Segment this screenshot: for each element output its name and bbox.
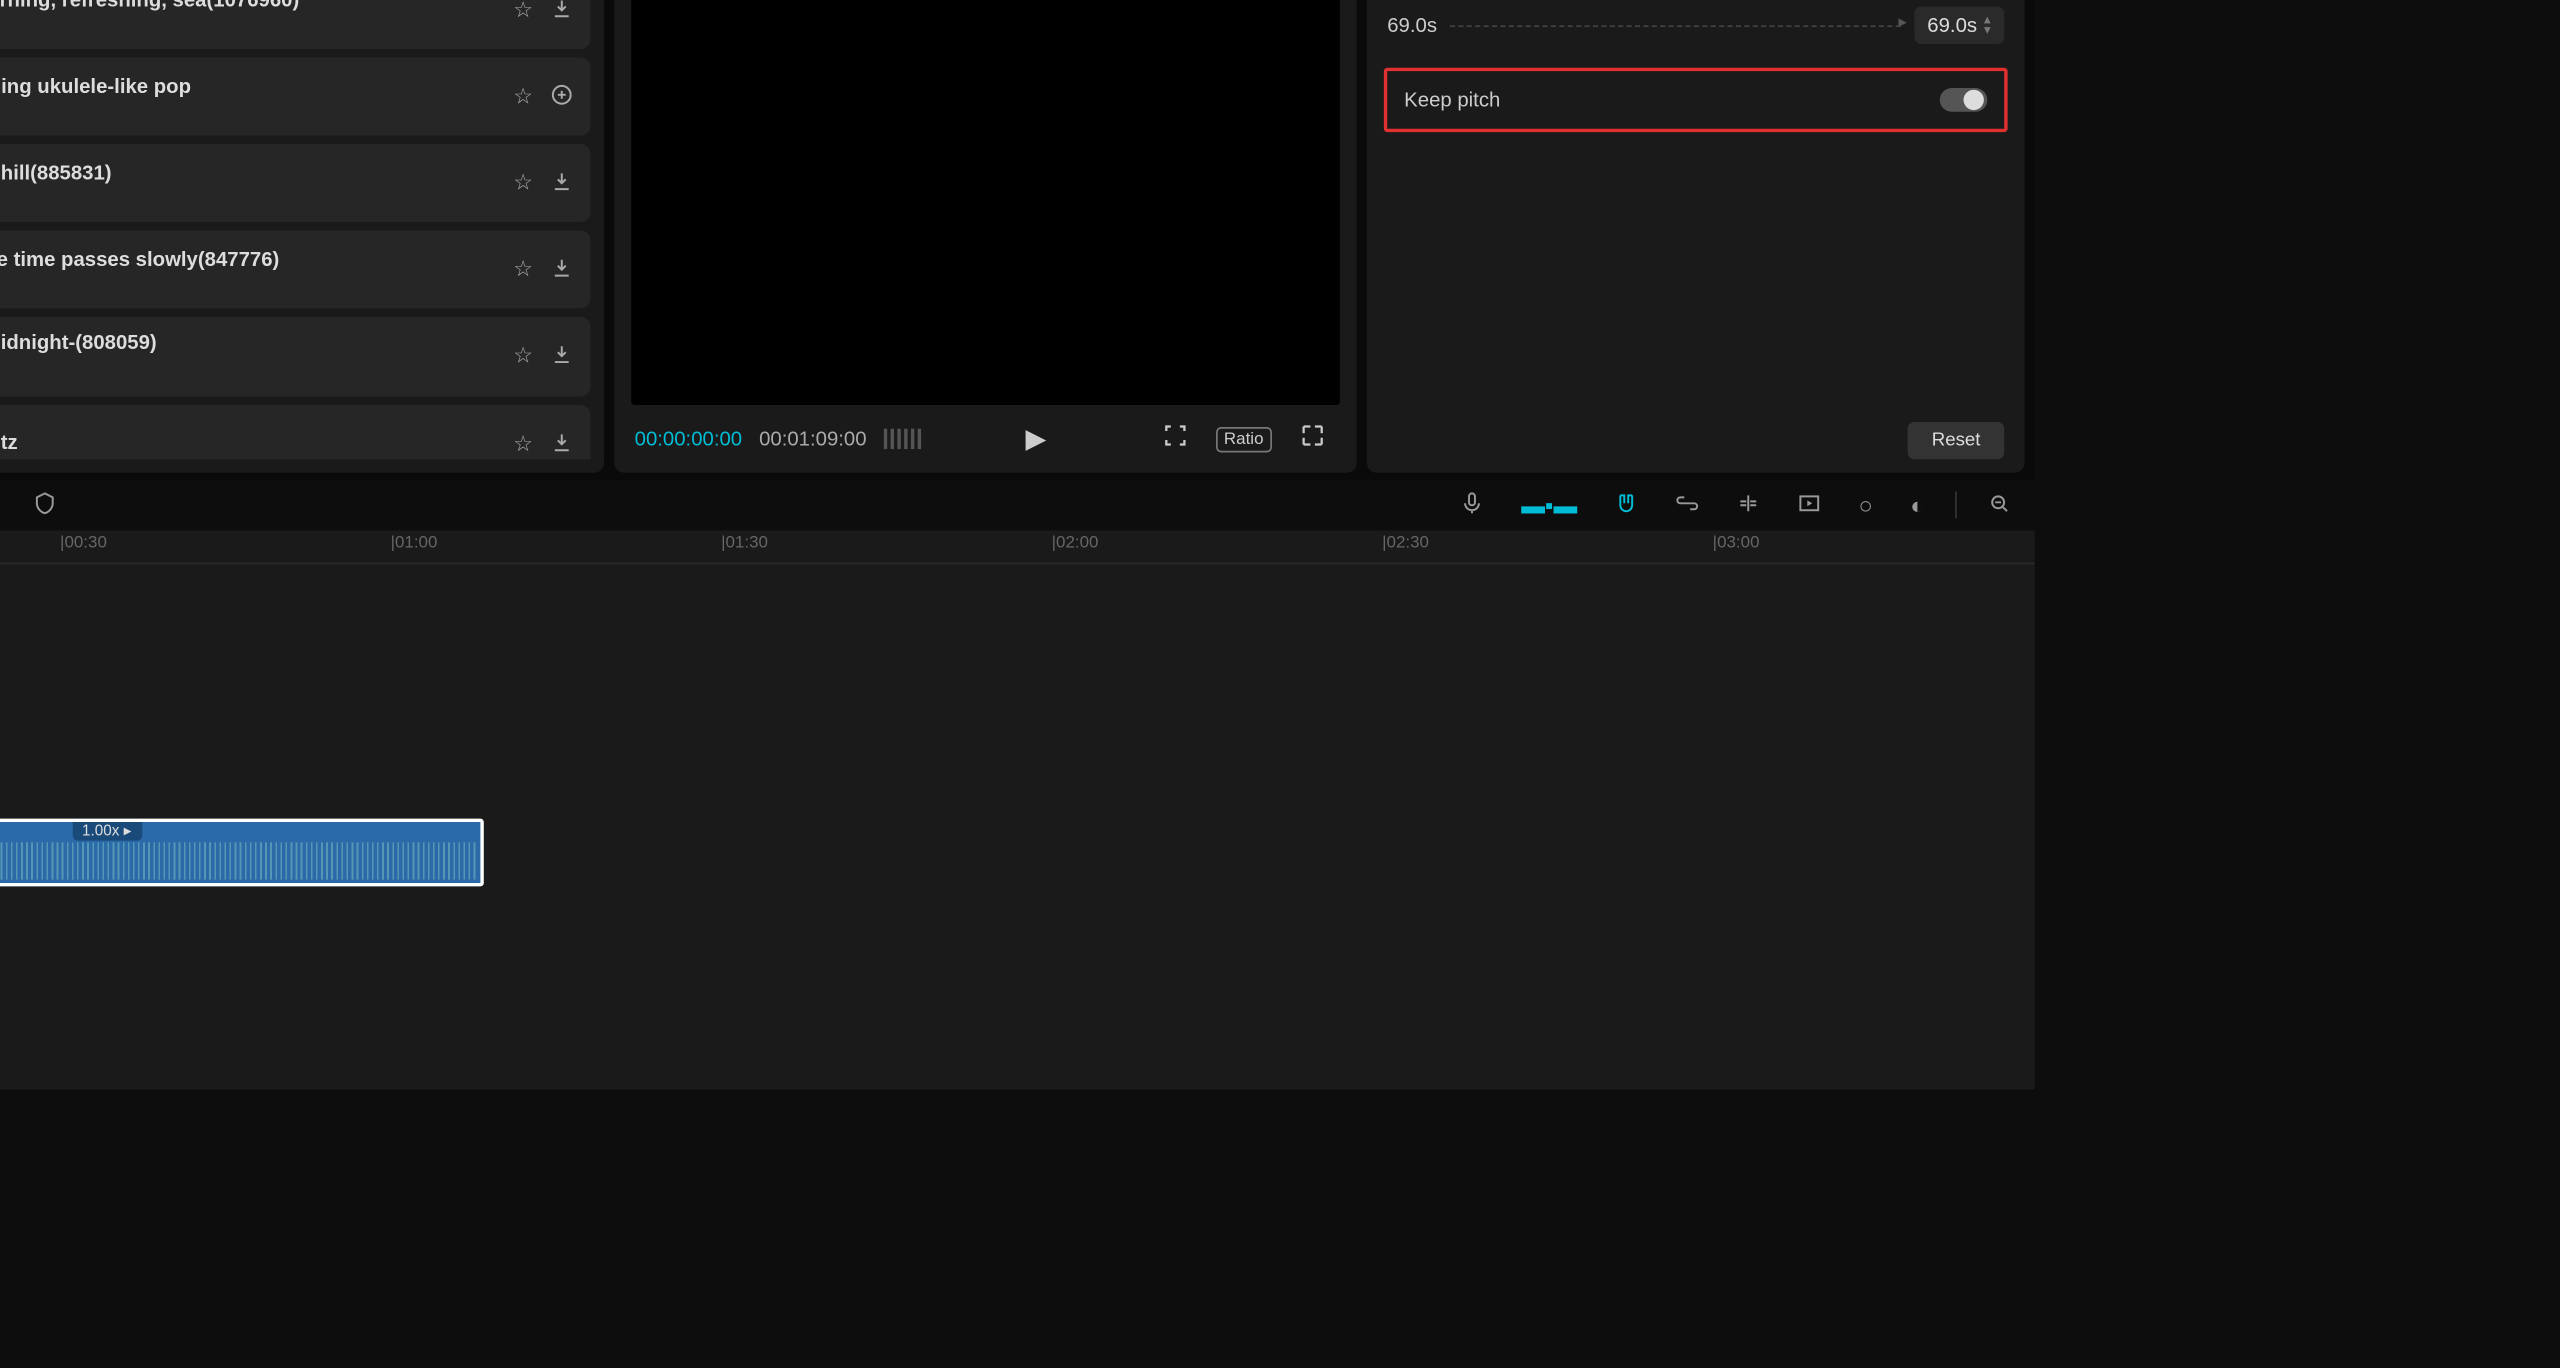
waveform [0,842,477,879]
ruler-tick: |00:30 [60,534,107,553]
fullscreen-icon[interactable] [1289,421,1336,457]
song-row[interactable]: Ghibli-style nostalgic waltz ☆ [0,405,591,459]
song-title: Animal Crossing BGM -Midnight-(808059) [0,330,496,354]
song-title: Cafe / video cute lofi ♩ Chill(885831) [0,160,496,184]
marker-tool[interactable] [0,491,3,520]
duration-to[interactable]: 69.0s▴▾ [1914,7,2004,44]
song-meta: きっずさうんど · 03:08 [0,358,496,383]
ruler-tick: |03:00 [1713,534,1760,553]
timeline-toolbar: ➤▾ ↶ ↷ ▬▪▬ ○ ◐ [0,480,2035,531]
duration-line [1451,24,1901,26]
play-button[interactable]: ▶ [1015,422,1056,456]
zoom-out-icon[interactable]: ○ [1852,491,1880,518]
link-icon[interactable] [1669,491,1706,520]
reset-button[interactable]: Reset [1908,422,2004,459]
song-title: Ghibli-style nostalgic waltz [0,430,496,454]
song-title: A cute song with a sparkling ukulele-lik… [0,74,496,98]
favorite-icon[interactable]: ☆ [513,430,533,459]
media-panel: Import Audio TIText Stickers Effects Tra… [0,0,604,473]
duration-from: 69.0s [1387,13,1437,37]
timeline-ruler[interactable]: 00:00|00:30|01:00|01:30|02:00|02:30|03:0… [0,530,2035,564]
shield-tool[interactable] [27,491,64,520]
favorite-icon[interactable]: ☆ [513,169,533,198]
player-panel: Player ≡ 00:00:00:00 00:01:09:00 ▶ Ratio [614,0,1356,473]
ruler-tick: |02:00 [1052,534,1099,553]
favorite-icon[interactable]: ☆ [513,342,533,371]
song-meta: Yuapro!! · 01:10 [0,101,496,120]
download-icon[interactable] [550,342,574,371]
keep-pitch-label: Keep pitch [1404,88,1500,112]
song-row[interactable]: A fashionable song where time passes slo… [0,230,591,308]
align-icon[interactable] [1730,491,1767,520]
download-icon[interactable] [550,169,574,198]
song-title: Organic, fashionable, morning, refreshin… [0,0,496,11]
song-meta: ImoKenpi-Dou · 03:31 [0,187,496,206]
ruler-tick: |01:30 [721,534,768,553]
song-row[interactable]: Organic, fashionable, morning, refreshin… [0,0,591,49]
download-icon[interactable] [550,255,574,284]
ratio-button[interactable]: Ratio [1215,426,1272,451]
favorite-icon[interactable]: ☆ [513,255,533,284]
favorite-icon[interactable]: ☆ [513,0,533,24]
scan-icon[interactable] [1151,421,1198,457]
magnet-main-icon[interactable]: ▬▪▬ [1515,491,1584,518]
song-row[interactable]: Cafe / video cute lofi ♩ Chill(885831) Im… [0,144,591,222]
clip-speed-label: 1.00x ▸ [72,822,142,841]
keep-pitch-toggle[interactable] [1940,88,1987,112]
ruler-tick: |01:00 [391,534,438,553]
song-title: A fashionable song where time passes slo… [0,247,496,271]
audio-track[interactable]: 1.00x ▸ [0,802,2035,904]
song-row[interactable]: Animal Crossing BGM -Midnight-(808059) きっ… [0,317,591,397]
keep-pitch-row: Keep pitch [1384,68,2008,132]
download-icon[interactable] [550,0,574,24]
download-icon[interactable] [550,430,574,459]
timeline[interactable]: 00:00|00:30|01:00|01:30|02:00|02:30|03:0… [0,530,2035,1089]
properties-panel: Basic Voice changer Speed Speed 1.0x▴▾ D… [1367,0,2025,473]
favorite-icon[interactable]: ☆ [513,82,533,111]
song-list: harryfaoki · 03:40☆Organic, fashionable,… [0,0,591,459]
magnet-icon[interactable] [1608,491,1645,520]
current-time: 00:00:00:00 [635,427,742,451]
song-row[interactable]: A cute song with a sparkling ukulele-lik… [0,58,591,136]
zoom-toggle-icon[interactable]: ◐ [1903,491,1931,518]
player-canvas[interactable] [631,0,1340,405]
audio-meter-icon[interactable] [884,429,921,449]
preview-icon[interactable] [1791,491,1828,520]
mic-icon[interactable] [1453,491,1490,520]
add-icon[interactable] [550,82,574,111]
zoom-fit-icon[interactable] [1980,491,2017,520]
total-time: 00:01:09:00 [759,427,866,451]
video-track[interactable]: ▭ [0,564,2035,801]
song-meta: SUNNY HOOD STUDIO · 03:59 [0,14,496,33]
audio-clip[interactable]: 1.00x ▸ [0,819,484,887]
song-meta: NARU · 03:15 [0,274,496,293]
ruler-tick: |02:30 [1382,534,1429,553]
